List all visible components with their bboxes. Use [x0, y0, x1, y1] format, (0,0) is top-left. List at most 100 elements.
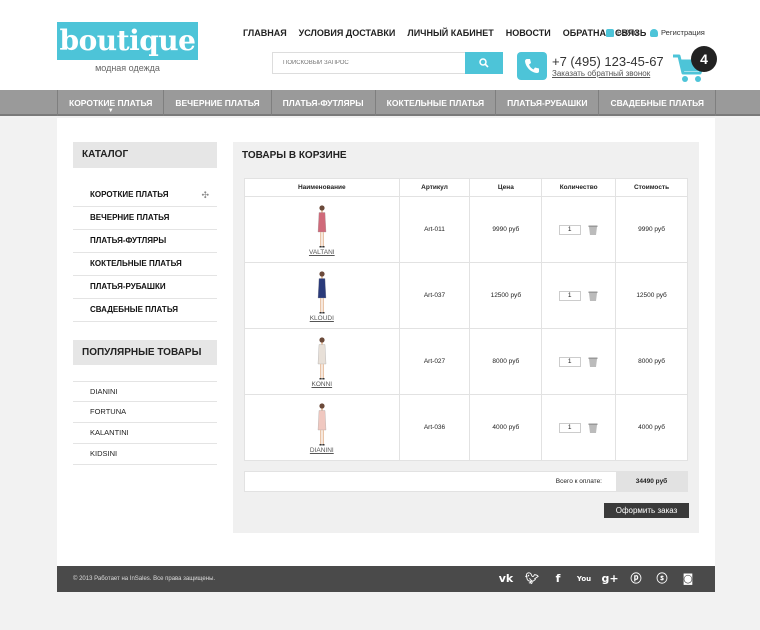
catalog-list: КОРОТКИЕ ПЛАТЬЯ ✣ ВЕЧЕРНИЕ ПЛАТЬЯ ПЛАТЬЯ-… [73, 184, 217, 322]
product-image[interactable] [315, 336, 329, 380]
col-qty: Количество [541, 178, 617, 197]
table-row: KLOUDI Art-037 12500 руб 1 12500 руб [244, 262, 688, 329]
total-cell: 9990 руб [615, 196, 688, 263]
product-name-link[interactable]: KONNI [245, 381, 399, 388]
search-button[interactable] [465, 52, 503, 74]
top-nav: ГЛАВНАЯ УСЛОВИЯ ДОСТАВКИ ЛИЧНЫЙ КАБИНЕТ … [243, 28, 658, 38]
popular-item[interactable]: FORTUNA [73, 402, 217, 423]
google-plus-icon[interactable]: g+ [597, 572, 623, 586]
cart-count-badge[interactable]: 4 [691, 46, 717, 72]
sku-cell: Art-027 [398, 328, 471, 395]
nav-shirt-dresses[interactable]: ПЛАТЬЯ-РУБАШКИ [496, 90, 600, 116]
col-price: Цена [469, 178, 543, 197]
user-icon [650, 28, 658, 37]
table-row: VALTANI Art-011 9990 руб 1 9990 руб [244, 196, 688, 263]
popular-item[interactable]: KIDSINI [73, 444, 217, 465]
cart-table: Наименование Артикул Цена Количество Сто… [244, 178, 688, 461]
facebook-icon[interactable]: f [545, 572, 571, 586]
pinterest-icon[interactable]: ⓟ [623, 572, 649, 586]
catalog-item-label: КОКТЕЛЬНЫЕ ПЛАТЬЯ [90, 259, 182, 268]
col-name: Наименование [244, 178, 400, 197]
nav-cocktail-dresses[interactable]: КОКТЕЛЬНЫЕ ПЛАТЬЯ [376, 90, 497, 116]
lock-icon [606, 28, 614, 37]
product-name-link[interactable]: VALTANI [245, 249, 399, 256]
site-footer: © 2013 Работает на InSales. Все права за… [57, 566, 715, 592]
phone-icon [517, 52, 547, 80]
remove-item-icon[interactable] [587, 290, 599, 302]
logo-subtitle: модная одежда [95, 63, 160, 73]
nav-label: КОКТЕЛЬНЫЕ ПЛАТЬЯ [386, 98, 485, 108]
callback-link[interactable]: Заказать обратный звонок [552, 69, 650, 78]
logo-text: boutique [59, 24, 196, 57]
sku-cell: Art-011 [398, 196, 471, 263]
catalog-item-label: ВЕЧЕРНИЕ ПЛАТЬЯ [90, 213, 170, 222]
skype-icon[interactable]: ⓢ [649, 572, 675, 586]
qty-cell: 1 [541, 394, 617, 461]
remove-item-icon[interactable] [587, 224, 599, 236]
product-image[interactable] [315, 204, 329, 248]
search-icon [479, 58, 489, 68]
main-nav: КОРОТКИЕ ПЛАТЬЯ ▼ ВЕЧЕРНИЕ ПЛАТЬЯ ПЛАТЬЯ-… [0, 90, 760, 116]
table-row: KONNI Art-027 8000 руб 1 8000 руб [244, 328, 688, 395]
product-cell: DIANINI [244, 394, 400, 461]
nav-short-dresses[interactable]: КОРОТКИЕ ПЛАТЬЯ ▼ [57, 90, 165, 116]
product-cell: VALTANI [244, 196, 400, 263]
catalog-item[interactable]: СВАДЕБНЫЕ ПЛАТЬЯ [73, 299, 217, 322]
total-label: Всего к оплате: [555, 478, 602, 485]
copyright: © 2013 Работает на InSales. Все права за… [73, 576, 216, 582]
popular-item[interactable]: KALANTINI [73, 423, 217, 444]
catalog-item[interactable]: ПЛАТЬЯ-РУБАШКИ [73, 276, 217, 299]
twitter-icon[interactable]: 🐦︎ [519, 572, 545, 586]
popular-heading: ПОПУЛЯРНЫЕ ТОВАРЫ [73, 340, 217, 365]
logo[interactable]: boutique [57, 22, 198, 60]
catalog-item-label: ПЛАТЬЯ-РУБАШКИ [90, 282, 166, 291]
total-cell: 4000 руб [615, 394, 688, 461]
top-nav-home[interactable]: ГЛАВНАЯ [243, 28, 287, 38]
catalog-item[interactable]: КОРОТКИЕ ПЛАТЬЯ ✣ [73, 184, 217, 207]
vk-icon[interactable]: vk [493, 572, 519, 586]
expand-icon[interactable]: ✣ [201, 184, 209, 206]
instagram-icon[interactable]: ◙ [675, 572, 701, 586]
search-input[interactable] [273, 53, 466, 73]
total-cell: 12500 руб [615, 262, 688, 329]
checkout-button[interactable]: Оформить заказ [604, 503, 689, 518]
top-nav-news[interactable]: НОВОСТИ [506, 28, 551, 38]
sku-cell: Art-036 [398, 394, 471, 461]
catalog-item[interactable]: КОКТЕЛЬНЫЕ ПЛАТЬЯ [73, 253, 217, 276]
nav-label: ПЛАТЬЯ-ФУТЛЯРЫ [282, 98, 364, 108]
nav-evening-dresses[interactable]: ВЕЧЕРНИЕ ПЛАТЬЯ [164, 90, 272, 116]
popular-list: DIANINI FORTUNA KALANTINI KIDSINI [73, 381, 217, 465]
top-nav-delivery[interactable]: УСЛОВИЯ ДОСТАВКИ [299, 28, 396, 38]
nav-wedding-dresses[interactable]: СВАДЕБНЫЕ ПЛАТЬЯ [599, 90, 716, 116]
dress-shape [317, 277, 326, 298]
nav-label: ВЕЧЕРНИЕ ПЛАТЬЯ [175, 98, 260, 108]
qty-cell: 1 [541, 196, 617, 263]
quantity-input[interactable]: 1 [558, 290, 581, 301]
catalog-item[interactable]: ПЛАТЬЯ-ФУТЛЯРЫ [73, 230, 217, 253]
remove-item-icon[interactable] [587, 422, 599, 434]
social-links: vk 🐦︎ f You g+ ⓟ ⓢ ◙ [493, 572, 701, 586]
product-cell: KLOUDI [244, 262, 400, 329]
product-image[interactable] [315, 402, 329, 446]
youtube-icon[interactable]: You [571, 572, 597, 586]
dress-shape [317, 343, 326, 364]
sku-cell: Art-037 [398, 262, 471, 329]
top-nav-account[interactable]: ЛИЧНЫЙ КАБИНЕТ [407, 28, 493, 38]
price-cell: 8000 руб [469, 328, 543, 395]
popular-item[interactable]: DIANINI [73, 381, 217, 402]
chevron-down-icon: ▼ [107, 108, 114, 114]
login-link[interactable]: Войти [617, 28, 638, 37]
catalog-item[interactable]: ВЕЧЕРНИЕ ПЛАТЬЯ [73, 207, 217, 230]
quantity-input[interactable]: 1 [558, 356, 581, 367]
nav-label: СВАДЕБНЫЕ ПЛАТЬЯ [610, 98, 704, 108]
product-image[interactable] [315, 270, 329, 314]
quantity-input[interactable]: 1 [558, 422, 581, 433]
product-name-link[interactable]: DIANINI [245, 447, 399, 454]
register-link[interactable]: Регистрация [661, 28, 705, 37]
price-cell: 9990 руб [469, 196, 543, 263]
nav-sheath-dresses[interactable]: ПЛАТЬЯ-ФУТЛЯРЫ [272, 90, 376, 116]
product-name-link[interactable]: KLOUDI [245, 315, 399, 322]
remove-item-icon[interactable] [587, 356, 599, 368]
quantity-input[interactable]: 1 [558, 224, 581, 235]
catalog-item-label: КОРОТКИЕ ПЛАТЬЯ [90, 190, 169, 199]
